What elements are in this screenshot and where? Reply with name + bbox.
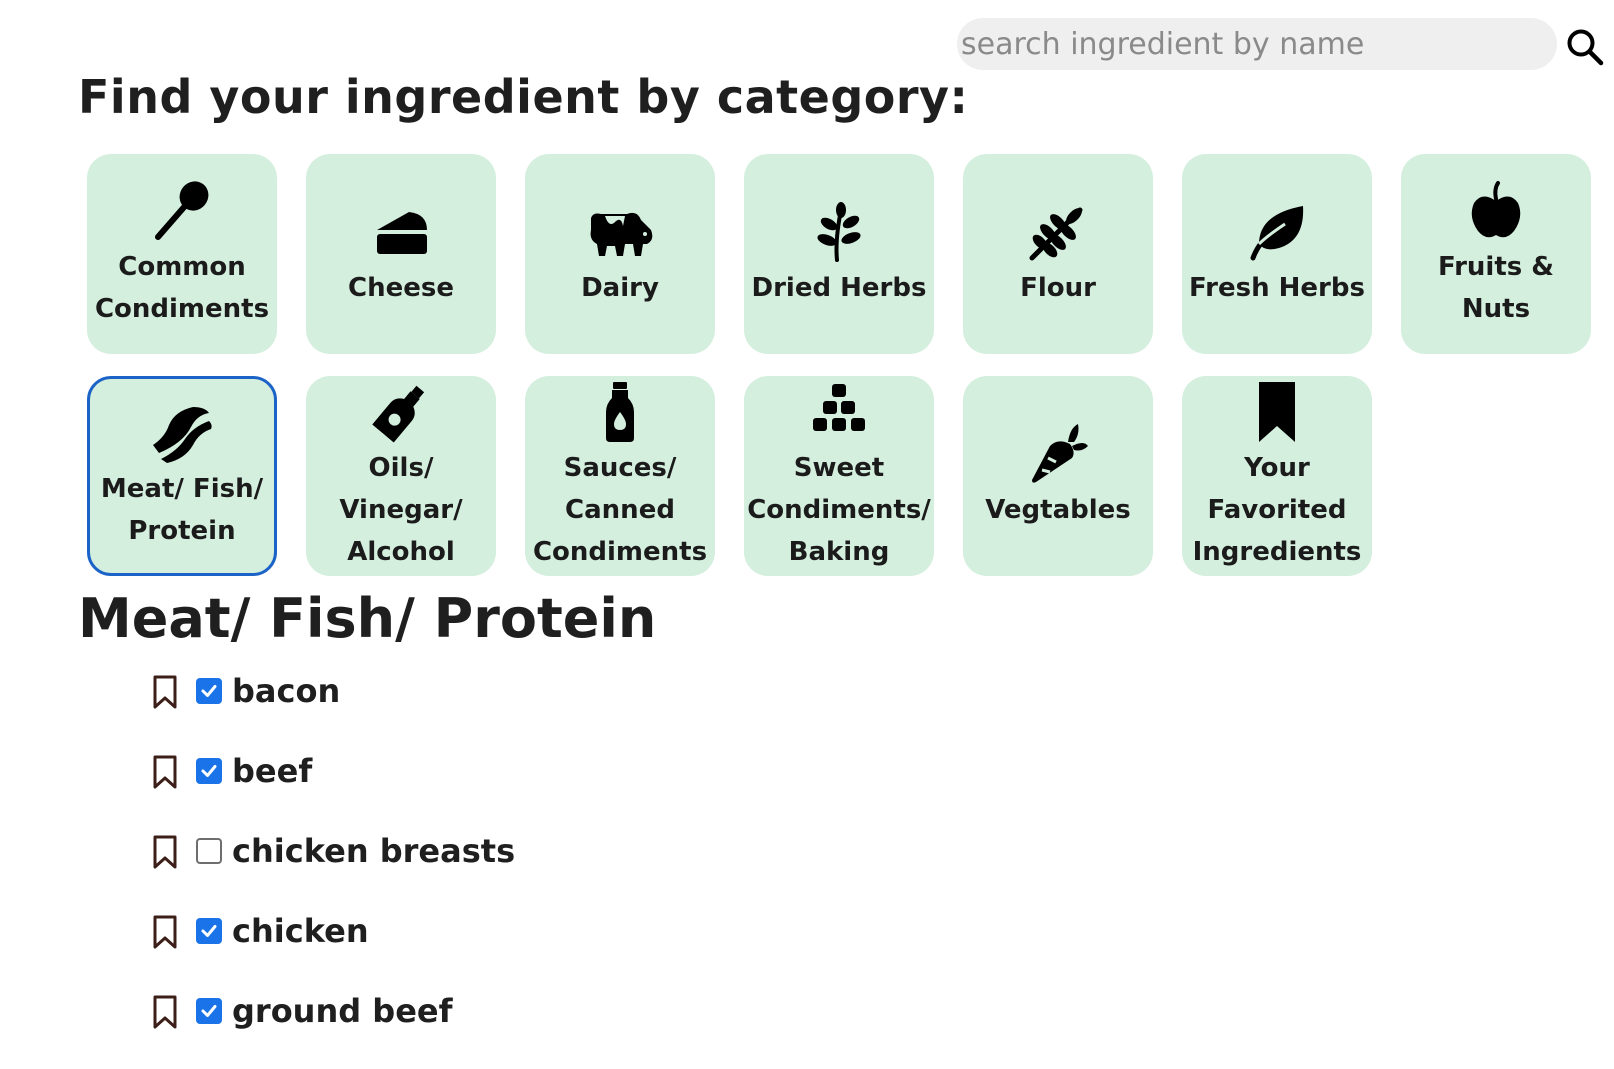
ingredient-row: chicken xyxy=(150,909,515,989)
carrot-icon xyxy=(1023,421,1093,487)
ingredient-name: bacon xyxy=(232,672,341,710)
category-label: Fruits & Nuts xyxy=(1438,252,1554,324)
ingredient-name: beef xyxy=(232,752,313,790)
search-button[interactable] xyxy=(1566,28,1604,66)
category-label: Your Favorited Ingredients xyxy=(1192,453,1362,567)
search-input[interactable] xyxy=(957,20,1521,68)
section-title: Meat/ Fish/ Protein xyxy=(78,587,657,650)
category-tile-cheese[interactable]: Cheese xyxy=(306,154,496,354)
ingredient-checkbox[interactable] xyxy=(196,678,222,704)
category-tile-oils-vinegar-alcohol[interactable]: Oils/ Vinegar/ Alcohol xyxy=(306,376,496,576)
category-tile-flour[interactable]: Flour xyxy=(963,154,1153,354)
category-tile-sweet-condiments-baking[interactable]: Sweet Condiments/ Baking xyxy=(744,376,934,576)
cow-icon xyxy=(585,199,655,265)
bookmark-outline-icon[interactable] xyxy=(150,674,180,710)
search-icon xyxy=(1567,29,1604,66)
category-tile-fruits-and-nuts[interactable]: Fruits & Nuts xyxy=(1401,154,1591,354)
category-tile-common-condiments[interactable]: Common Condiments xyxy=(87,154,277,354)
bottle-icon xyxy=(366,379,436,445)
category-label: Fresh Herbs xyxy=(1189,273,1365,303)
bookmark-outline-icon[interactable] xyxy=(150,834,180,870)
category-tile-vegtables[interactable]: Vegtables xyxy=(963,376,1153,576)
category-tile-meat-fish-protein[interactable]: Meat/ Fish/ Protein xyxy=(87,376,277,576)
page-title: Find your ingredient by category: xyxy=(78,70,969,124)
sugar-cubes-icon xyxy=(804,379,874,445)
ingredient-checkbox[interactable] xyxy=(196,998,222,1024)
category-label: Meat/ Fish/ Protein xyxy=(100,474,264,546)
ingredient-row: bacon xyxy=(150,669,515,749)
ingredient-name: chicken breasts xyxy=(232,832,516,870)
category-label: Cheese xyxy=(348,273,454,303)
ingredient-row: beef xyxy=(150,749,515,829)
category-label: Sauces/ Canned Condiments xyxy=(532,453,708,567)
bookmark-outline-icon[interactable] xyxy=(150,914,180,950)
apple-icon xyxy=(1461,178,1531,244)
ingredient-checkbox[interactable] xyxy=(196,758,222,784)
category-label: Flour xyxy=(1020,273,1096,303)
category-label: Common Condiments xyxy=(94,252,270,324)
wheat-icon xyxy=(1023,199,1093,265)
ingredient-name: ground beef xyxy=(232,992,453,1030)
category-tile-dried-herbs[interactable]: Dried Herbs xyxy=(744,154,934,354)
ingredient-row: ground beef xyxy=(150,989,515,1069)
category-label: Dairy xyxy=(581,273,659,303)
herb-sprig-icon xyxy=(804,199,874,265)
ingredient-list: bacon beef chicken breasts chicken ground be… xyxy=(150,669,515,1069)
ingredient-checkbox[interactable] xyxy=(196,838,222,864)
category-label: Dried Herbs xyxy=(751,273,927,303)
ingredient-row: chicken breasts xyxy=(150,829,515,909)
bacon-icon xyxy=(147,400,217,466)
category-tile-fresh-herbs[interactable]: Fresh Herbs xyxy=(1182,154,1372,354)
leaf-icon xyxy=(1242,199,1312,265)
category-tile-sauces-canned-condiments[interactable]: Sauces/ Canned Condiments xyxy=(525,376,715,576)
category-label: Vegtables xyxy=(985,495,1131,525)
category-grid: Common Condiments Cheese Dairy Dried Herbs F… xyxy=(87,154,1591,576)
ingredient-checkbox[interactable] xyxy=(196,918,222,944)
category-label: Sweet Condiments/ Baking xyxy=(747,453,931,567)
sauce-bottle-icon xyxy=(585,379,655,445)
category-label: Oils/ Vinegar/ Alcohol xyxy=(339,453,463,567)
spoon-icon xyxy=(147,178,217,244)
bookmark-outline-icon[interactable] xyxy=(150,754,180,790)
bookmark-icon xyxy=(1242,379,1312,445)
search-bar xyxy=(957,18,1557,70)
cheese-icon xyxy=(366,199,436,265)
bookmark-outline-icon[interactable] xyxy=(150,994,180,1030)
ingredient-name: chicken xyxy=(232,912,369,950)
category-tile-your-favorited-ingredients[interactable]: Your Favorited Ingredients xyxy=(1182,376,1372,576)
category-tile-dairy[interactable]: Dairy xyxy=(525,154,715,354)
